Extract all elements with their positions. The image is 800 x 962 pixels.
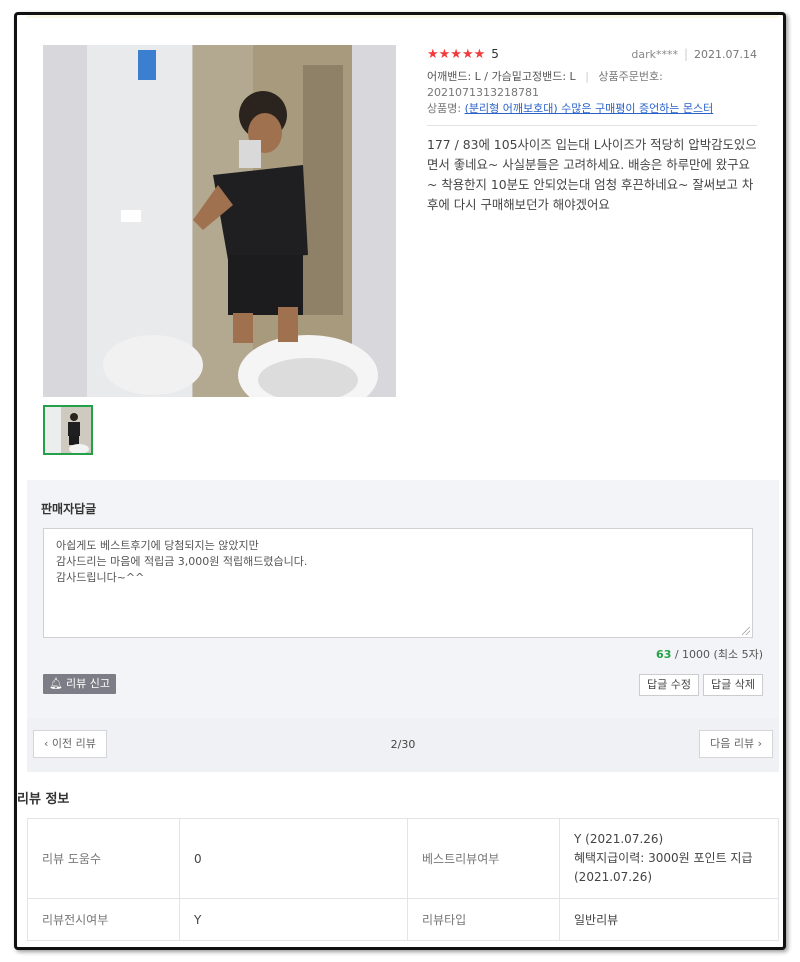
char-count-limit: / 1000 (최소 5자) [671,648,763,661]
reviewer-id: dark**** [631,47,678,61]
reply-line: 감사드립니다~^^ [56,571,145,584]
reply-line: 감사드리는 마음에 적립금 3,000원 적립해드렸습니다. [56,555,308,568]
best-review-line: 혜택지급이력: 3000원 포인트 지급 [574,851,753,865]
review-content: 177 / 83에 105사이즈 입는대 L사이즈가 적당히 압박감도있으면서 … [427,137,757,212]
review-info-table: 리뷰 도움수 0 베스트리뷰여부 Y (2021.07.26) 혜택지급이력: … [27,818,779,941]
rating-row: ★★★★★ 5 dark**** | 2021.07.14 [427,45,757,63]
review-detail-window: ★★★★★ 5 dark**** | 2021.07.14 어깨밴드: L / … [14,12,786,950]
edit-reply-button[interactable]: 답글 수정 [639,674,700,696]
review-pager: ‹ 이전 리뷰 2/30 다음 리뷰 › [27,718,779,772]
divider-bar: | [683,47,689,61]
char-count-current: 63 [656,648,672,661]
seller-reply-section: 판매자답글 아쉽게도 베스트후기에 당첨되지는 않았지만 감사드리는 마음에 적… [27,480,779,718]
product-name-row: 상품명: (분리형 어깨보호대) 수많은 구매평이 증언하는 몬스터 [427,101,757,117]
divider [427,125,757,126]
best-review-line: (2021.07.26) [574,870,653,884]
seller-reply-textarea[interactable]: 아쉽게도 베스트후기에 당첨되지는 않았지만 감사드리는 마음에 적립금 3,0… [43,528,753,638]
delete-reply-button[interactable]: 답글 삭제 [703,674,763,696]
review-date: 2021.07.14 [694,47,757,61]
bell-icon: 🔔︎ [49,677,63,690]
review-type-label: 리뷰타입 [407,898,560,941]
review-info: ★★★★★ 5 dark**** | 2021.07.14 어깨밴드: L / … [427,45,757,215]
review-type-value: 일반리뷰 [559,898,779,941]
review-photo[interactable] [43,45,396,397]
best-review-line: Y (2021.07.26) [574,832,664,846]
product-name-label: 상품명: [427,102,462,115]
divider-bar: | [585,70,589,83]
option-values: 어깨밴드: L / 가슴밑고정밴드: L [427,70,576,83]
best-review-label: 베스트리뷰여부 [407,818,560,899]
order-number: 2021071313218781 [427,86,539,99]
review-info-title: 리뷰 정보 [17,792,70,807]
chevron-right-icon: › [757,737,762,750]
review-photo-thumbnail[interactable] [43,405,93,455]
report-review-button[interactable]: 🔔︎ 리뷰 신고 [43,674,116,694]
helpful-count-value: 0 [179,818,408,899]
review-panel: ★★★★★ 5 dark**** | 2021.07.14 어깨밴드: L / … [27,15,779,480]
helpful-count-label: 리뷰 도움수 [27,818,180,899]
table-row: 리뷰 도움수 0 베스트리뷰여부 Y (2021.07.26) 혜택지급이력: … [27,818,779,899]
best-review-value: Y (2021.07.26) 혜택지급이력: 3000원 포인트 지급 (202… [559,818,779,899]
next-review-label: 다음 리뷰 [710,737,755,750]
rating-score: 5 [491,47,499,61]
product-name-link[interactable]: (분리형 어깨보호대) 수많은 구매평이 증언하는 몬스터 [465,102,714,115]
display-status-label: 리뷰전시여부 [27,898,180,941]
char-counter: 63 / 1000 (최소 5자) [656,646,763,662]
next-review-button[interactable]: 다음 리뷰 › [699,730,773,758]
order-number-label: 상품주문번호: [598,70,663,83]
purchase-options: 어깨밴드: L / 가슴밑고정밴드: L | 상품주문번호: 202107131… [427,69,757,101]
seller-reply-title: 판매자답글 [41,502,97,516]
table-row: 리뷰전시여부 Y 리뷰타입 일반리뷰 [27,898,779,941]
reply-line: 아쉽게도 베스트후기에 당첨되지는 않았지만 [56,539,259,552]
page-indicator: 2/30 [390,738,416,751]
report-review-label: 리뷰 신고 [65,677,110,690]
display-status-value: Y [179,898,408,941]
top-accent-line [27,15,779,18]
resize-handle-icon[interactable] [742,627,750,635]
reply-actions: 답글 수정 답글 삭제 [639,674,763,696]
star-rating: ★★★★★ [427,46,486,62]
